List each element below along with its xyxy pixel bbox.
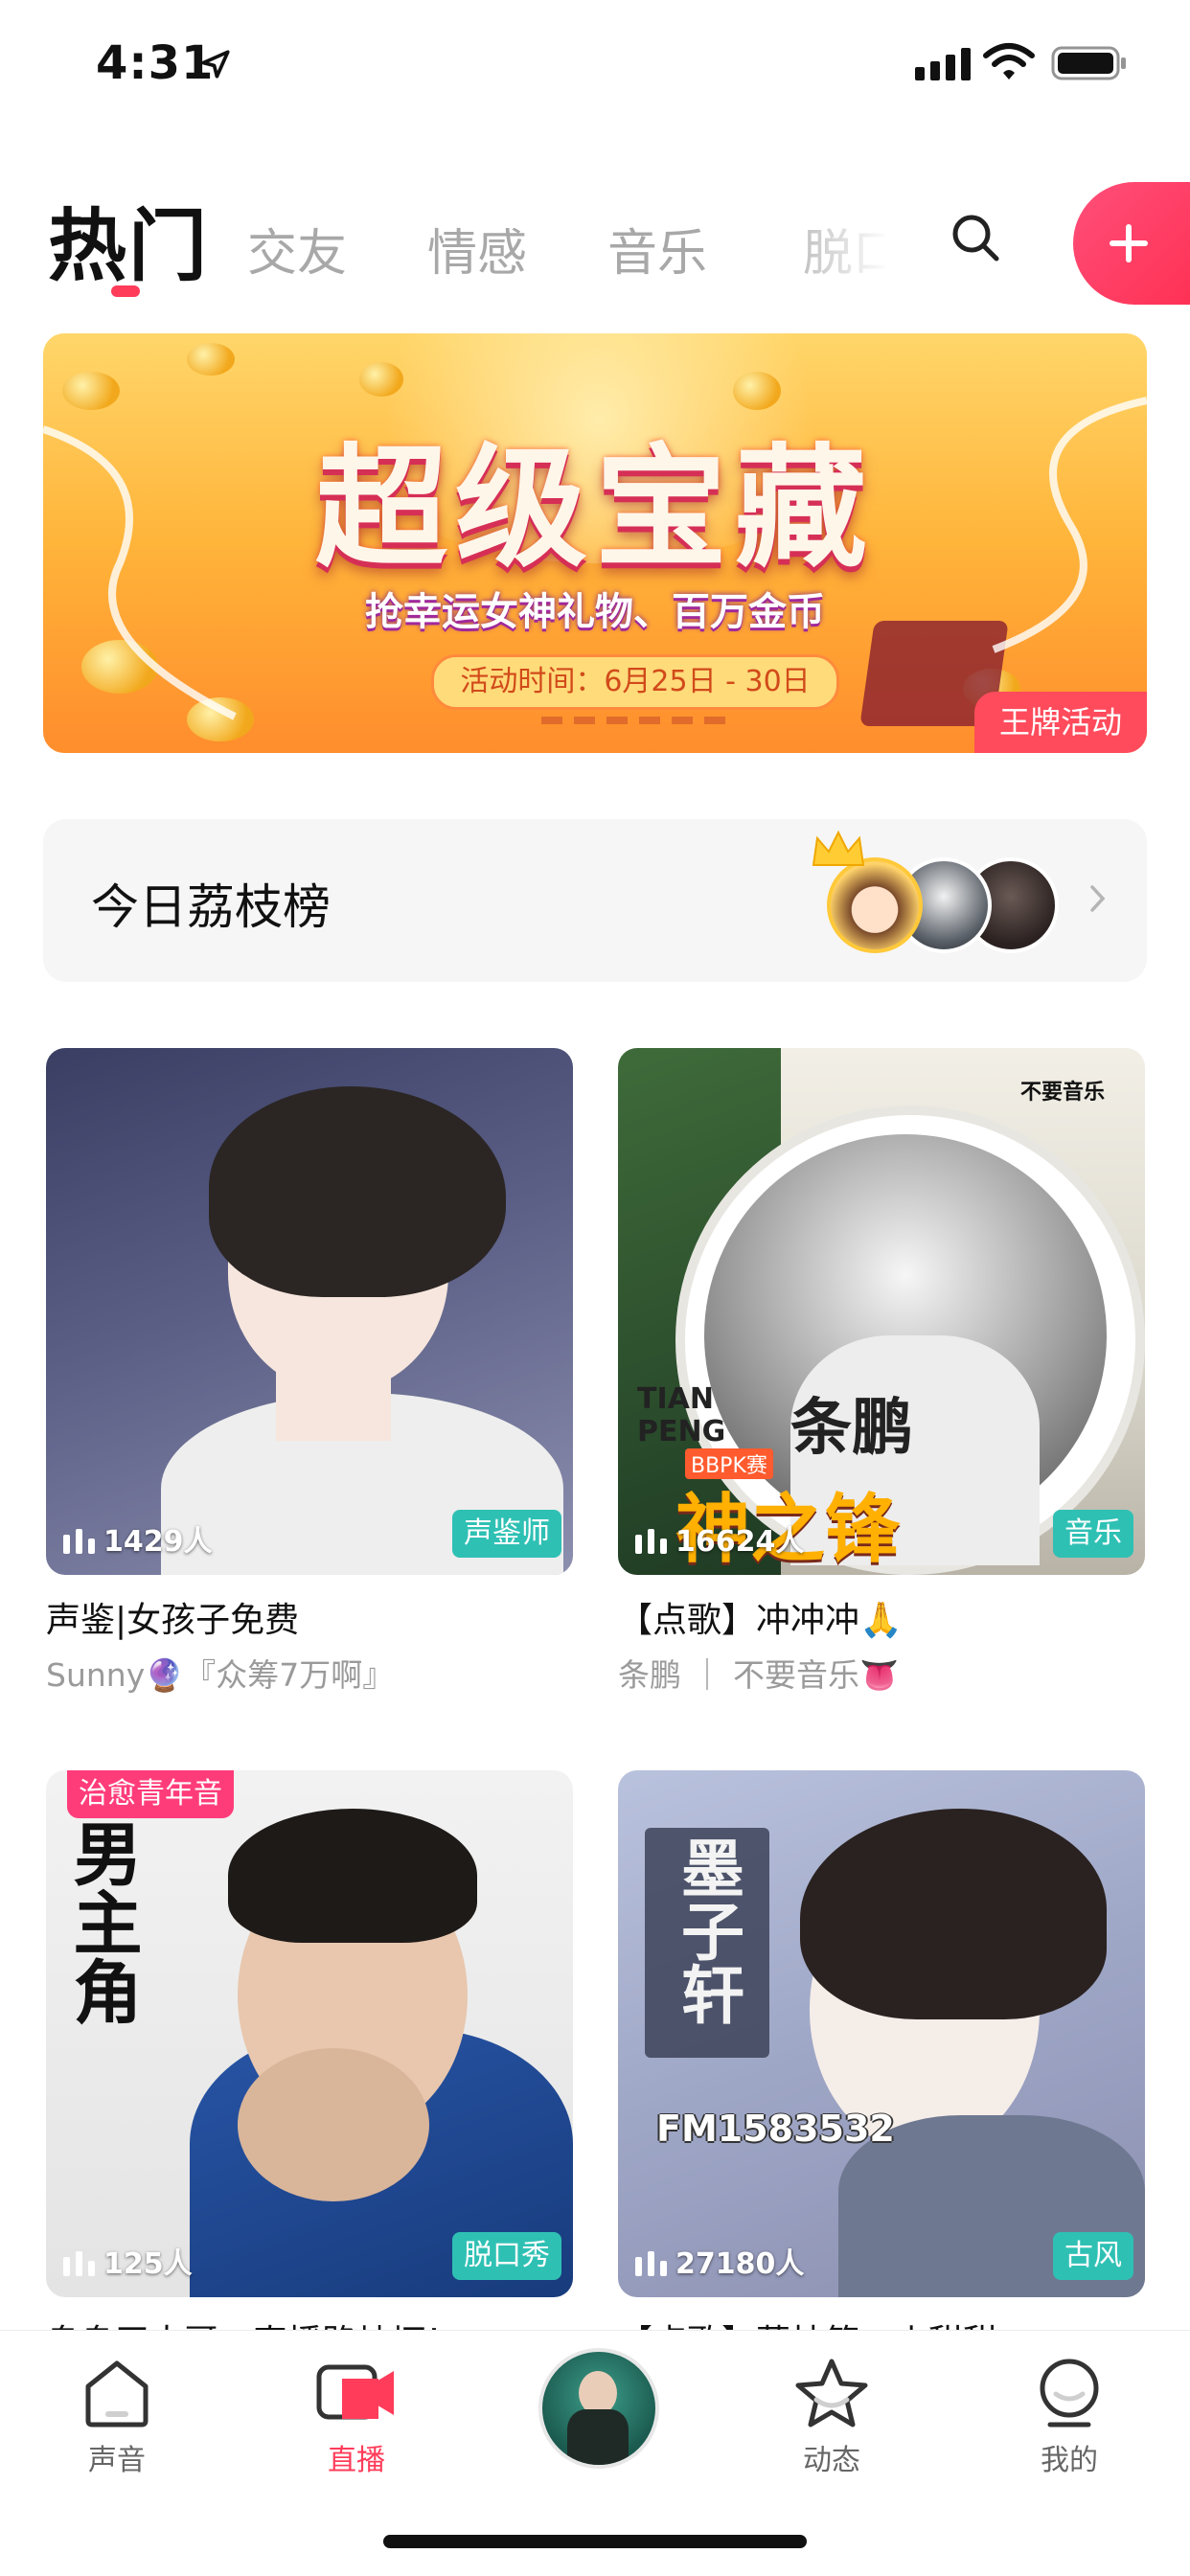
- banner-tag: 王牌活动: [974, 692, 1147, 753]
- crown-icon: [812, 830, 865, 866]
- room-cover: 墨子轩 FM1583532: [618, 1770, 1145, 2297]
- wifi-icon: [983, 43, 1035, 80]
- camera-icon: [316, 2364, 394, 2420]
- avatar: [827, 857, 923, 953]
- nav-label: 我的: [1041, 2444, 1098, 2477]
- banner-date: 活动时间：6月25日 - 30日: [431, 654, 839, 710]
- cellular-signal-icon: [915, 48, 971, 80]
- nav-item-me[interactable]: 我的: [1002, 2358, 1136, 2478]
- star-icon: [795, 2359, 868, 2428]
- audio-bars-icon: [635, 2251, 667, 2276]
- ranking-title: 今日荔枝榜: [91, 879, 331, 935]
- tab-friends[interactable]: 交友: [247, 213, 347, 285]
- banner-subtitle: 抢幸运女神礼物、百万金币: [365, 590, 825, 634]
- audio-bars-icon: [63, 1529, 95, 1554]
- status-bar: 4:31: [0, 0, 1190, 125]
- profile-icon: [1040, 2359, 1099, 2428]
- nav-item-sound[interactable]: 声音: [50, 2358, 184, 2478]
- category-tag: 音乐: [1053, 1510, 1133, 1558]
- room-title: 【点歌】冲冲冲🙏: [618, 1601, 903, 1640]
- home-indicator: [383, 2535, 807, 2548]
- viewer-count: 16624人: [675, 1525, 805, 1559]
- tab-music[interactable]: 音乐: [607, 213, 707, 285]
- search-icon[interactable]: [949, 211, 1002, 264]
- tab-hot[interactable]: 热门: [48, 182, 209, 296]
- viewer-count: 125人: [103, 2247, 193, 2281]
- room-cover: [46, 1048, 573, 1575]
- nav-item-feed[interactable]: 动态: [765, 2358, 899, 2478]
- viewer-count: 27180人: [675, 2247, 805, 2281]
- add-button[interactable]: [1073, 182, 1190, 305]
- viewer-count: 1429人: [103, 1525, 213, 1559]
- nav-item-live[interactable]: 直播: [289, 2358, 423, 2478]
- room-title: 声鉴|女孩子免费: [46, 1601, 300, 1640]
- chevron-right-icon: [1090, 885, 1106, 912]
- tab-active-indicator: [111, 285, 140, 297]
- category-tag: 古风: [1053, 2232, 1133, 2280]
- location-arrow-icon: [201, 50, 230, 79]
- status-time: 4:31: [96, 36, 215, 90]
- category-tag: 声鉴师: [452, 1510, 561, 1558]
- room-subtitle: 条鹏 ｜ 不要音乐👅: [618, 1656, 900, 1694]
- nav-label: 动态: [803, 2444, 860, 2477]
- feature-tag: 治愈青年音: [67, 1770, 234, 1818]
- banner-title: 超级宝藏: [314, 431, 875, 585]
- tab-emotion[interactable]: 情感: [427, 213, 527, 285]
- art-name: 条鹏: [790, 1393, 913, 1464]
- battery-icon: [1051, 46, 1126, 80]
- nav-label: 声音: [88, 2444, 146, 2477]
- promo-banner[interactable]: 超级宝藏 抢幸运女神礼物、百万金币 活动时间：6月25日 - 30日 王牌活动: [43, 333, 1147, 753]
- daily-ranking-card[interactable]: 今日荔枝榜: [43, 819, 1147, 982]
- nav-label: 直播: [328, 2444, 385, 2477]
- art-vertical-text: 墨子轩: [671, 1835, 744, 2025]
- room-cover: 男主角: [46, 1770, 573, 2297]
- brand-label: 不要音乐: [1020, 1081, 1106, 1105]
- audio-bars-icon: [63, 2251, 95, 2276]
- home-icon: [85, 2360, 149, 2428]
- nav-avatar-button[interactable]: [538, 2348, 659, 2469]
- room-subtitle: Sunny🔮『众筹7万啊』: [46, 1656, 395, 1694]
- art-pinyin: TIAN PENG: [637, 1382, 726, 1448]
- audio-bars-icon: [635, 1529, 667, 1554]
- category-tag: 脱口秀: [452, 2232, 561, 2280]
- room-cover: 不要音乐 TIAN PENG 条鹏 BBPK赛 神之锋: [618, 1048, 1145, 1575]
- art-vertical-text: 男主角: [61, 1818, 142, 2025]
- category-tabs: 热门 交友 情感 音乐 脱口秀: [0, 172, 1190, 316]
- art-fm-id: FM1583532: [656, 2108, 895, 2150]
